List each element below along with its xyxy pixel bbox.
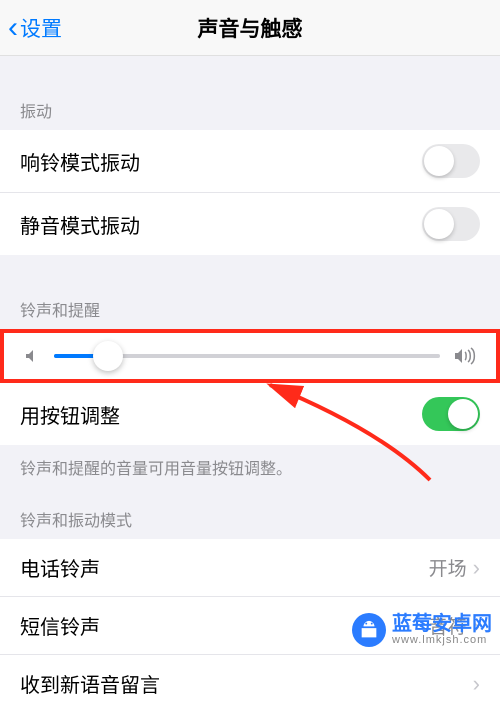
chevron-right-icon: › [473, 555, 480, 581]
row-label: 短信铃声 [20, 611, 100, 640]
row-label: 电话铃声 [20, 553, 100, 582]
row-value: 音符 [429, 612, 467, 639]
chevron-right-icon: › [473, 671, 480, 697]
group-header-ringer: 铃声和提醒 [0, 279, 500, 329]
back-button[interactable]: ‹ 设置 [8, 13, 62, 43]
group-header-vibration: 振动 [0, 80, 500, 130]
page-title: 声音与触感 [198, 13, 303, 43]
row-voicemail[interactable]: 收到新语音留言 › [0, 654, 500, 712]
ringer-volume-slider[interactable] [54, 354, 440, 358]
ringer-volume-slider-row [0, 329, 500, 383]
chevron-left-icon: ‹ [8, 13, 18, 43]
chevron-right-icon: › [473, 613, 480, 639]
row-label: 静音模式振动 [20, 210, 140, 239]
row-ringtone[interactable]: 电话铃声 开场› [0, 539, 500, 596]
row-text-tone[interactable]: 短信铃声 音符› [0, 596, 500, 654]
row-label: 响铃模式振动 [20, 147, 140, 176]
switch-vibrate-silent[interactable] [422, 207, 480, 241]
nav-header: ‹ 设置 声音与触感 [0, 0, 500, 56]
row-value: 开场 [429, 554, 467, 581]
switch-vibrate-ring[interactable] [422, 144, 480, 178]
row-label: 用按钮调整 [20, 400, 120, 429]
volume-low-icon [24, 348, 40, 364]
group-header-patterns: 铃声和振动模式 [0, 483, 500, 539]
volume-high-icon [454, 347, 476, 365]
row-vibrate-silent[interactable]: 静音模式振动 [0, 192, 500, 255]
row-label: 收到新语音留言 [20, 669, 160, 698]
slider-thumb[interactable] [93, 341, 123, 371]
switch-adjust-with-buttons[interactable] [422, 397, 480, 431]
back-label: 设置 [20, 13, 62, 43]
row-adjust-with-buttons[interactable]: 用按钮调整 [0, 383, 500, 445]
group-footer-ringer: 铃声和提醒的音量可用音量按钮调整。 [0, 445, 500, 483]
row-vibrate-ring[interactable]: 响铃模式振动 [0, 130, 500, 192]
